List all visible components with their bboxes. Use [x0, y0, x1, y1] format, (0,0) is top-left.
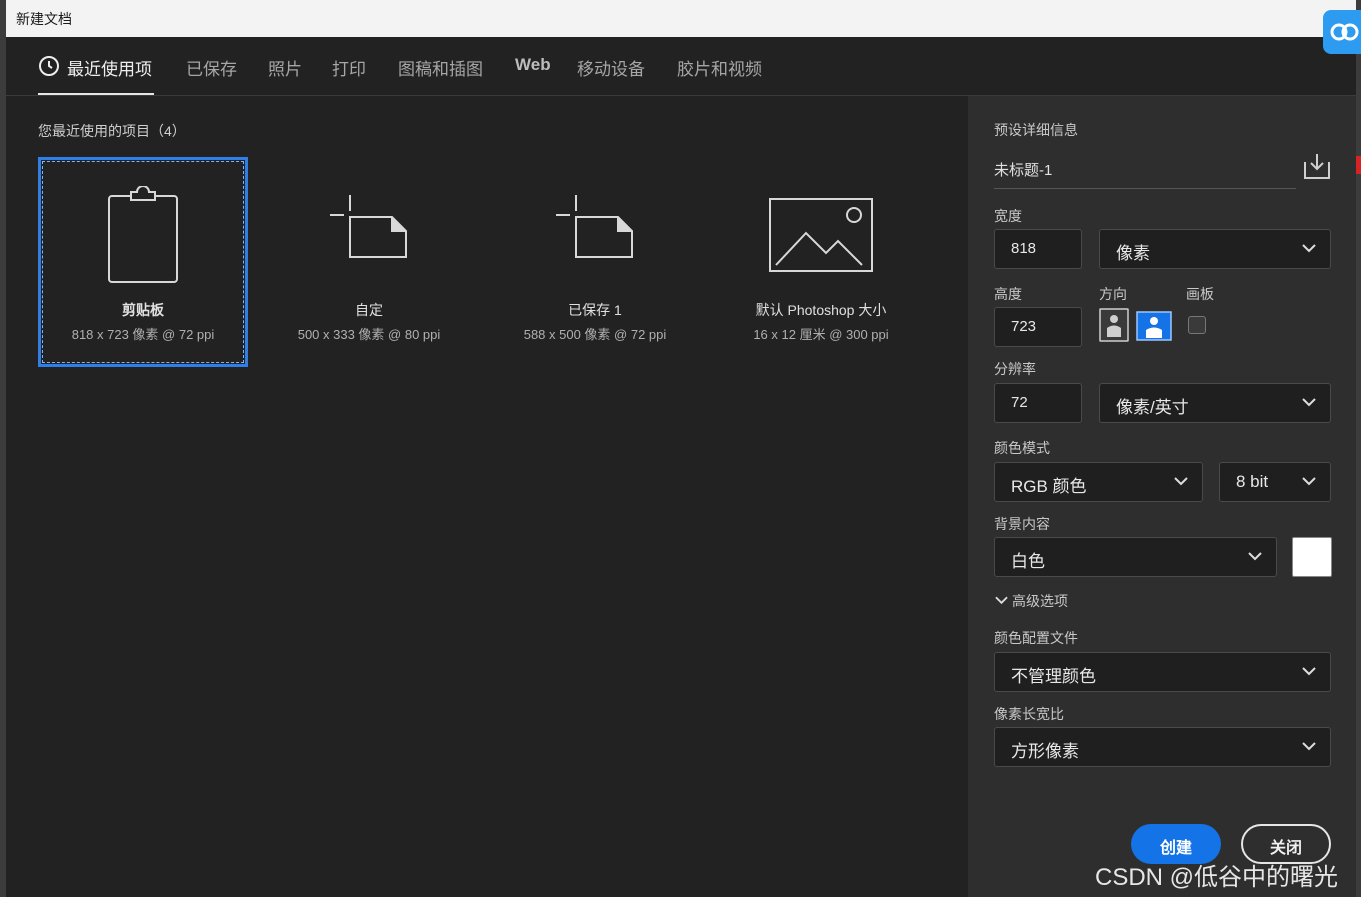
height-label: 高度	[994, 286, 1022, 302]
preset-tabs: 最近使用项 已保存 照片 打印 图稿和插图 Web 移动设备 胶片和视频	[6, 37, 968, 96]
landscape-icon[interactable]	[1136, 308, 1172, 342]
save-preset-icon[interactable]	[1302, 152, 1332, 180]
preset-name-field[interactable]: 未标题-1	[994, 159, 1296, 189]
window-title: 新建文档	[16, 11, 72, 27]
width-unit-value: 像素	[1116, 244, 1150, 263]
preset-details-panel: 预设详细信息 未标题-1 宽度 818 像素 高度 723 方向 画板 分辨率 …	[968, 96, 1356, 897]
height-input[interactable]: 723	[994, 307, 1082, 347]
clock-icon	[39, 56, 59, 76]
color-mode-label: 颜色模式	[994, 440, 1050, 456]
background-color-swatch[interactable]	[1292, 537, 1332, 577]
item-details: 16 x 12 厘米 @ 300 ppi	[753, 327, 889, 342]
pixel-aspect-label: 像素长宽比	[994, 706, 1064, 722]
width-input[interactable]: 818	[994, 229, 1082, 269]
chevron-down-icon	[1174, 477, 1188, 486]
chevron-down-icon	[1248, 552, 1262, 561]
floating-app-icon[interactable]	[1323, 10, 1361, 54]
item-details: 588 x 500 像素 @ 72 ppi	[523, 327, 667, 342]
color-mode-select[interactable]: RGB 颜色	[994, 462, 1203, 502]
recent-item-clipboard[interactable]: 剪贴板 818 x 723 像素 @ 72 ppi	[38, 157, 248, 367]
chevron-down-icon	[1302, 398, 1316, 407]
resolution-input[interactable]: 72	[994, 383, 1082, 423]
watermark: CSDN @低谷中的曙光	[1095, 864, 1339, 891]
tab-print[interactable]: 打印	[332, 55, 366, 80]
color-mode-value: RGB 颜色	[1011, 477, 1087, 496]
tab-photo[interactable]: 照片	[268, 55, 302, 80]
recent-item-custom[interactable]: 自定 500 x 333 像素 @ 80 ppi	[264, 157, 474, 367]
item-name: 默认 Photoshop 大小	[755, 302, 887, 318]
link-icon	[1330, 23, 1359, 41]
active-tab-indicator	[38, 93, 154, 95]
color-profile-label: 颜色配置文件	[994, 630, 1078, 646]
tab-mobile[interactable]: 移动设备	[577, 55, 645, 80]
item-name: 已保存 1	[568, 302, 622, 318]
bit-depth-select[interactable]: 8 bit	[1219, 462, 1331, 502]
recent-item-default-photoshop[interactable]: 默认 Photoshop 大小 16 x 12 厘米 @ 300 ppi	[716, 157, 926, 367]
new-document-dialog: 最近使用项 已保存 照片 打印 图稿和插图 Web 移动设备 胶片和视频 您最近…	[6, 37, 1356, 897]
image-icon	[769, 198, 873, 272]
tab-film[interactable]: 胶片和视频	[677, 55, 762, 80]
resolution-label: 分辨率	[994, 361, 1036, 377]
tab-recent[interactable]: 最近使用项	[67, 55, 152, 80]
resolution-unit-value: 像素/英寸	[1116, 398, 1189, 417]
orientation-label: 方向	[1099, 286, 1127, 302]
tab-art[interactable]: 图稿和插图	[398, 55, 483, 80]
recent-item-saved-1[interactable]: 已保存 1 588 x 500 像素 @ 72 ppi	[490, 157, 700, 367]
item-name: 自定	[355, 302, 383, 318]
chevron-down-icon	[1302, 244, 1316, 253]
portrait-icon[interactable]	[1099, 308, 1129, 342]
clipboard-icon	[108, 186, 178, 283]
width-label: 宽度	[994, 208, 1022, 224]
advanced-options-toggle[interactable]: 高级选项	[1012, 591, 1068, 611]
color-profile-select[interactable]: 不管理颜色	[994, 652, 1331, 692]
background-value: 白色	[1011, 552, 1045, 571]
chevron-down-icon	[1302, 742, 1316, 751]
chevron-down-icon[interactable]	[995, 596, 1008, 605]
color-profile-value: 不管理颜色	[1011, 667, 1096, 686]
item-details: 818 x 723 像素 @ 72 ppi	[71, 327, 215, 342]
background-select[interactable]: 白色	[994, 537, 1277, 577]
tab-saved[interactable]: 已保存	[186, 55, 237, 80]
tabbar-right	[968, 37, 1356, 96]
document-crop-icon	[330, 195, 407, 258]
tab-web[interactable]: Web	[515, 55, 551, 75]
recent-items-title: 您最近使用的项目（4）	[38, 123, 186, 139]
width-unit-select[interactable]: 像素	[1099, 229, 1331, 269]
item-details: 500 x 333 像素 @ 80 ppi	[297, 327, 441, 342]
item-name: 剪贴板	[122, 302, 164, 318]
chevron-down-icon	[1302, 667, 1316, 676]
title-bar: 新建文档	[6, 0, 1356, 37]
document-crop-icon	[556, 195, 633, 258]
pixel-aspect-value: 方形像素	[1011, 742, 1079, 761]
resolution-unit-select[interactable]: 像素/英寸	[1099, 383, 1331, 423]
pixel-aspect-select[interactable]: 方形像素	[994, 727, 1331, 767]
background-label: 背景内容	[994, 516, 1050, 532]
preset-details-header: 预设详细信息	[994, 122, 1078, 138]
chevron-down-icon	[1302, 477, 1316, 486]
artboard-label: 画板	[1186, 286, 1214, 302]
artboard-checkbox[interactable]	[1188, 316, 1206, 334]
bit-depth-value: 8 bit	[1236, 472, 1269, 491]
edge-marker	[1356, 156, 1361, 174]
